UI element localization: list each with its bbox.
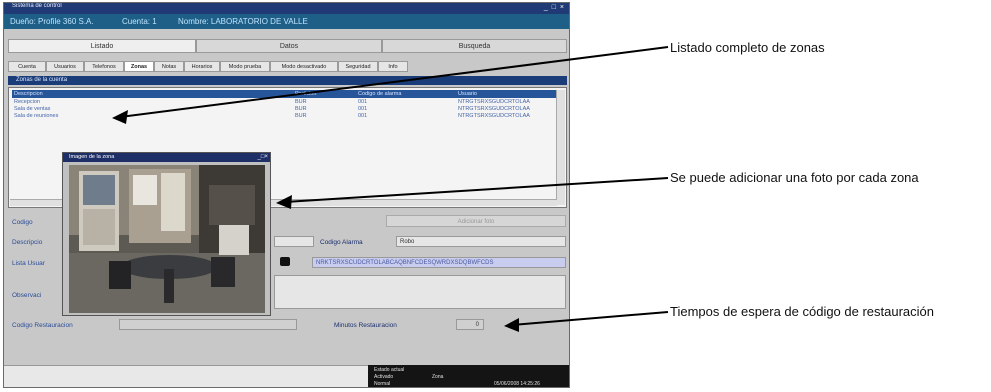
arrow-zones-list bbox=[119, 46, 669, 118]
arrow-photo bbox=[284, 177, 669, 203]
annotation-restauracion: Tiempos de espera de código de restaurac… bbox=[670, 304, 935, 319]
annotation-arrows bbox=[112, 46, 669, 332]
annotation-photo: Se puede adicionar una foto por cada zon… bbox=[670, 170, 919, 185]
arrowhead-photo bbox=[276, 195, 292, 209]
arrowhead-zones bbox=[112, 110, 128, 124]
arrowhead-restauracion bbox=[504, 318, 519, 332]
annotation-zones: Listado completo de zonas bbox=[670, 40, 825, 55]
arrow-restauracion bbox=[511, 311, 669, 326]
